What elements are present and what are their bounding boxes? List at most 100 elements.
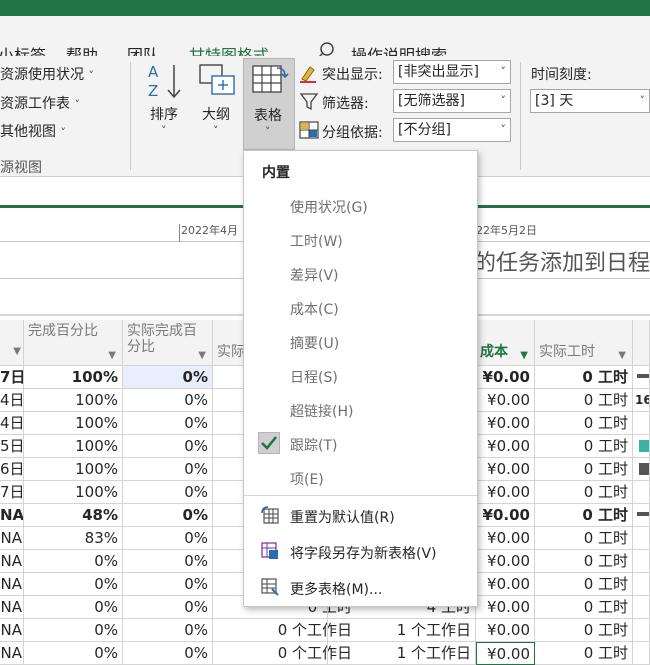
- cell-actual-pct[interactable]: 0%: [123, 389, 213, 412]
- cell-actual-pct[interactable]: 0%: [123, 366, 213, 389]
- cell-actual-work[interactable]: 0 工时: [535, 389, 633, 412]
- menu-item-label: 摘要(U): [290, 336, 340, 352]
- column-header[interactable]: ▼: [0, 320, 24, 366]
- cell-pct-complete[interactable]: 100%: [24, 412, 123, 435]
- cell-finish[interactable]: 7日: [0, 366, 24, 389]
- cell-actual-work[interactable]: 0 工时: [535, 642, 633, 665]
- menu-item-more-tables[interactable]: 更多表格(M)...: [244, 573, 477, 603]
- cell-pct-complete[interactable]: 100%: [24, 366, 123, 389]
- filter-select[interactable]: [无筛选器] ˅: [393, 89, 511, 113]
- cell-cost[interactable]: ¥0.00: [476, 504, 535, 527]
- cell-pct-complete[interactable]: 48%: [24, 504, 123, 527]
- cell-actual-work[interactable]: 0 工时: [535, 435, 633, 458]
- timescale-select[interactable]: [3] 天 ˅: [530, 89, 650, 113]
- menu-item-save-fields[interactable]: 将字段另存为新表格(V): [244, 537, 477, 567]
- cell-finish[interactable]: NA: [0, 596, 24, 619]
- cell-finish[interactable]: NA: [0, 619, 24, 642]
- cell-actual-work[interactable]: 0 工时: [535, 458, 633, 481]
- cell-actual-pct[interactable]: 0%: [123, 412, 213, 435]
- cell-finish[interactable]: NA: [0, 504, 24, 527]
- cell-actual-work[interactable]: 0 工时: [535, 527, 633, 550]
- cell-finish[interactable]: NA: [0, 527, 24, 550]
- cell-actual-pct[interactable]: 0%: [123, 527, 213, 550]
- view-resource-usage[interactable]: 资源使用状况 ˅: [0, 64, 94, 84]
- cell-pct-complete[interactable]: 0%: [24, 596, 123, 619]
- cell-actual-work[interactable]: 0 工时: [535, 573, 633, 596]
- cell-actual-pct[interactable]: 0%: [123, 504, 213, 527]
- cell-actual-pct[interactable]: 0%: [123, 596, 213, 619]
- cell-pct-complete[interactable]: 0%: [24, 573, 123, 596]
- view-other[interactable]: 其他视图 ˅: [0, 121, 66, 141]
- cell-actual-work[interactable]: 0 工时: [535, 412, 633, 435]
- column-header-cost[interactable]: 成本 ▼: [476, 320, 535, 366]
- cell-actual-work[interactable]: 0 工时: [535, 366, 633, 389]
- menu-item-schedule[interactable]: 日程(S): [244, 361, 477, 391]
- cell-actual-work[interactable]: 0 工时: [535, 550, 633, 573]
- column-header-actual-work[interactable]: 实际工时 ▼: [535, 320, 633, 366]
- cell-cost[interactable]: ¥0.00: [476, 481, 535, 504]
- cell-actual-pct[interactable]: 0%: [123, 619, 213, 642]
- cell-actual-work[interactable]: 0 工时: [535, 504, 633, 527]
- menu-item-summary[interactable]: 摘要(U): [244, 327, 477, 357]
- tables-button[interactable]: 表格 ˅: [243, 58, 295, 150]
- cell-pct-complete[interactable]: 0%: [24, 642, 123, 665]
- cell-cost[interactable]: ¥0.00: [476, 366, 535, 389]
- gantt-label: 16: [635, 393, 649, 407]
- cell-finish[interactable]: NA: [0, 642, 24, 665]
- cell-actual-pct[interactable]: 0%: [123, 550, 213, 573]
- cell-finish[interactable]: 4日: [0, 412, 24, 435]
- menu-item-variance[interactable]: 差异(V): [244, 259, 477, 289]
- cell-pct-complete[interactable]: 0%: [24, 619, 123, 642]
- menu-item-usage[interactable]: 使用状况(G): [244, 191, 477, 221]
- cell-actual-pct[interactable]: 0%: [123, 458, 213, 481]
- cell-finish[interactable]: 6日: [0, 458, 24, 481]
- cell-actual-work[interactable]: 0 工时: [535, 481, 633, 504]
- menu-item-entry[interactable]: 项(E): [244, 463, 477, 493]
- group-by-select[interactable]: [不分组] ˅: [393, 118, 511, 142]
- menu-item-cost[interactable]: 成本(C): [244, 293, 477, 323]
- cell-finish[interactable]: 4日: [0, 389, 24, 412]
- cell-cost[interactable]: ¥0.00: [476, 573, 535, 596]
- gantt-task-bar[interactable]: [639, 440, 649, 452]
- cell-actual-pct[interactable]: 0%: [123, 481, 213, 504]
- cell-actual-pct[interactable]: 0%: [123, 573, 213, 596]
- cell-finish[interactable]: 7日: [0, 481, 24, 504]
- cell-cost[interactable]: ¥0.00: [476, 550, 535, 573]
- cell-finish[interactable]: NA: [0, 550, 24, 573]
- cell-actual-pct[interactable]: 0%: [123, 435, 213, 458]
- highlight-select[interactable]: [非突出显示] ˅: [393, 60, 511, 84]
- outline-button[interactable]: 大纲 ˅: [198, 62, 238, 142]
- column-header-actual-pct[interactable]: 实际完成百分比 ▼: [123, 320, 213, 366]
- cell-cost[interactable]: ¥0.00: [476, 412, 535, 435]
- cell-cost[interactable]: ¥0.00: [476, 642, 535, 665]
- menu-item-hyperlink[interactable]: 超链接(H): [244, 395, 477, 425]
- cell-cost[interactable]: ¥0.00: [476, 596, 535, 619]
- view-resource-sheet[interactable]: 资源工作表 ˅: [0, 93, 80, 113]
- cell-finish[interactable]: NA: [0, 573, 24, 596]
- cell-pct-complete[interactable]: 100%: [24, 435, 123, 458]
- column-header-pct-complete[interactable]: 完成百分比 ▼: [24, 320, 123, 366]
- cell-actual[interactable]: 0 个工作日 1 个工作日: [213, 619, 476, 642]
- cell-pct-complete[interactable]: 100%: [24, 458, 123, 481]
- gantt-task-bar[interactable]: [639, 463, 649, 475]
- cell-actual[interactable]: 0 个工作日 1 个工作日: [213, 642, 476, 665]
- gantt-cell: [633, 366, 650, 389]
- cell-finish[interactable]: 5日: [0, 435, 24, 458]
- cell-pct-complete[interactable]: 0%: [24, 550, 123, 573]
- cell-pct-complete[interactable]: 100%: [24, 389, 123, 412]
- menu-item-tracking[interactable]: 跟踪(T): [244, 429, 477, 459]
- cell-cost[interactable]: ¥0.00: [476, 527, 535, 550]
- cell-cost[interactable]: ¥0.00: [476, 458, 535, 481]
- sort-button[interactable]: A Z 排序 ˅: [146, 62, 186, 142]
- cell-pct-complete[interactable]: 100%: [24, 481, 123, 504]
- chevron-down-icon: ˅: [161, 124, 167, 137]
- cell-pct-complete[interactable]: 83%: [24, 527, 123, 550]
- cell-cost[interactable]: ¥0.00: [476, 435, 535, 458]
- menu-item-reset-default[interactable]: 重置为默认值(R): [244, 501, 477, 531]
- cell-actual-pct[interactable]: 0%: [123, 642, 213, 665]
- cell-actual-work[interactable]: 0 工时: [535, 619, 633, 642]
- cell-actual-work[interactable]: 0 工时: [535, 596, 633, 619]
- cell-cost[interactable]: ¥0.00: [476, 619, 535, 642]
- cell-cost[interactable]: ¥0.00: [476, 389, 535, 412]
- menu-item-work[interactable]: 工时(W): [244, 225, 477, 255]
